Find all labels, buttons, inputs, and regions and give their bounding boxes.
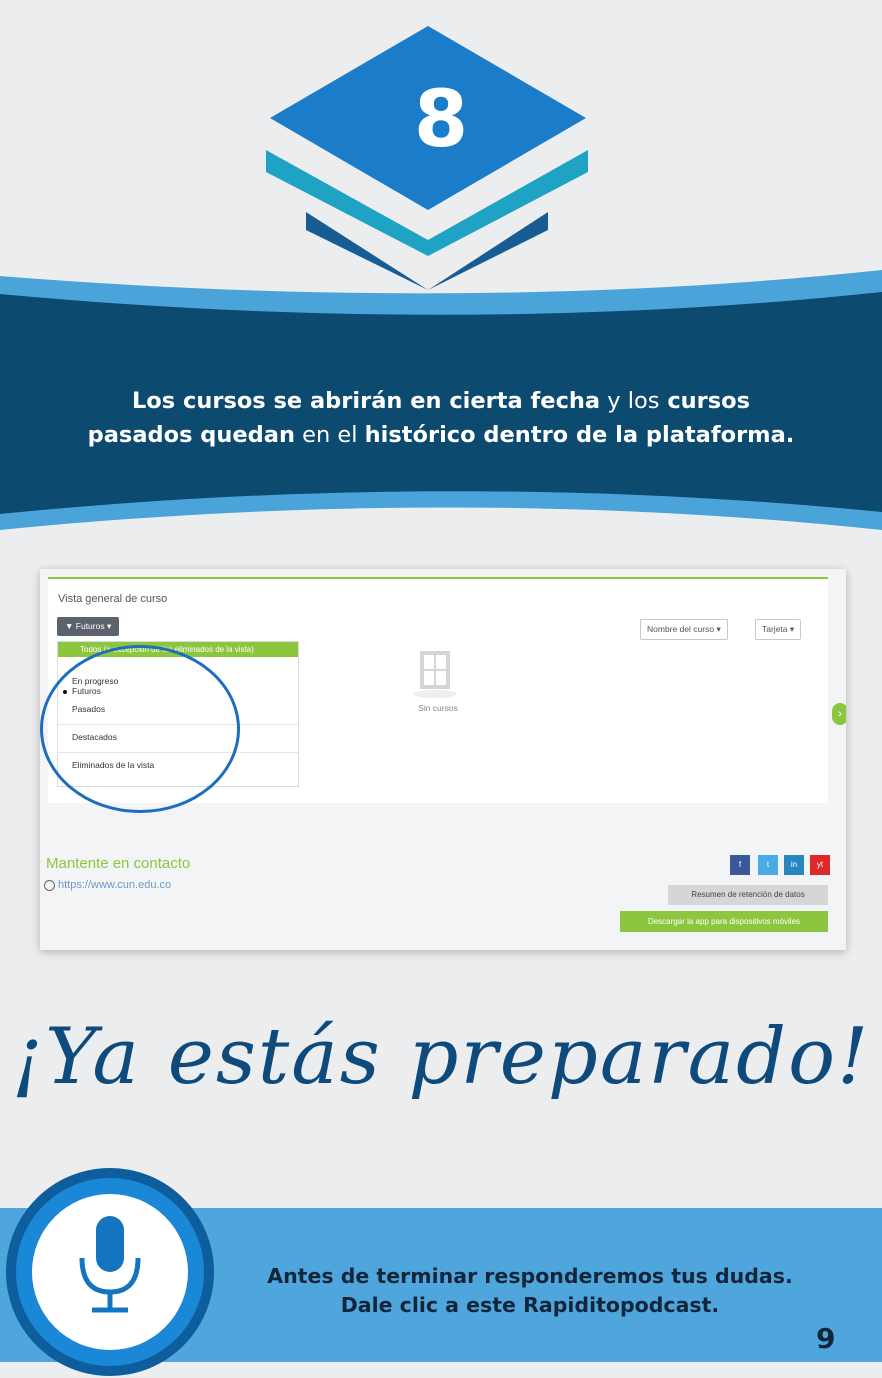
- data-retention-button[interactable]: Resumen de retención de datos: [668, 885, 828, 905]
- sort-dropdown-button[interactable]: Nombre del curso ▾: [640, 619, 728, 640]
- podcast-text: Antes de terminar responderemos tus duda…: [267, 1264, 793, 1317]
- slogan: ¡Ya estás preparado!: [11, 1012, 871, 1102]
- filter-icon: ▼: [65, 621, 76, 631]
- website-link[interactable]: https://www.cun.edu.co: [58, 879, 171, 891]
- page-number: 9: [816, 1322, 836, 1355]
- facebook-icon[interactable]: f: [730, 855, 750, 875]
- course-overview-screenshot: Vista general de curso ▼ Futuros ▾ Todos…: [40, 569, 846, 950]
- banner-text: Los cursos se abrirán en cierta fecha y …: [87, 388, 795, 448]
- contact-title: Mantente en contacto: [46, 855, 191, 872]
- youtube-icon[interactable]: yt: [810, 855, 830, 875]
- view-dropdown-button[interactable]: Tarjeta ▾: [755, 619, 802, 640]
- podcast-button[interactable]: [0, 1162, 220, 1378]
- globe-icon: [44, 880, 55, 891]
- step-number: 8: [413, 75, 469, 165]
- empty-courses-label: Sin cursos: [418, 703, 458, 713]
- linkedin-icon[interactable]: in: [784, 855, 804, 875]
- card-title: Vista general de curso: [58, 593, 168, 605]
- chevron-right-icon[interactable]: ›: [832, 703, 846, 725]
- download-app-button[interactable]: Descargar la app para dispositivos móvil…: [620, 911, 828, 932]
- filter-dropdown-button[interactable]: ▼ Futuros ▾: [57, 617, 120, 636]
- twitter-icon[interactable]: t: [758, 855, 778, 875]
- highlight-circle: [40, 645, 240, 813]
- course-overview-card: Vista general de curso ▼ Futuros ▾ Todos…: [40, 577, 828, 813]
- empty-courses-icon: [413, 651, 457, 698]
